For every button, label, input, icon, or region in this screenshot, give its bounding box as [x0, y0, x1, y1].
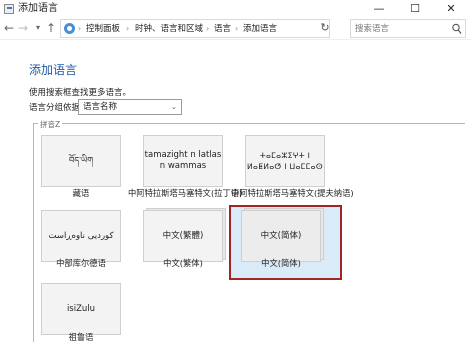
- language-native-name: کوردیی ناوەڕاست: [48, 230, 114, 241]
- annotation-highlight-box: [229, 205, 342, 280]
- language-tile-zulu[interactable]: isiZulu: [41, 283, 121, 335]
- navigation-bar: ← → ▾ ↑ › 控制面板 › 时钟、语言和区域 › 语言 › 添加语言 ▾ …: [0, 18, 471, 40]
- language-caption[interactable]: 中部库尔德语: [41, 258, 121, 269]
- refresh-icon[interactable]: ↻: [319, 19, 331, 37]
- chevron-down-icon: ⌄: [171, 103, 177, 111]
- maximize-button[interactable]: ☐: [397, 0, 433, 18]
- breadcrumb-separator: ›: [235, 24, 239, 33]
- breadcrumb-language[interactable]: 语言: [214, 22, 231, 36]
- back-button[interactable]: ←: [2, 19, 16, 37]
- address-bar[interactable]: › 控制面板 › 时钟、语言和区域 › 语言 › 添加语言 ▾: [60, 19, 374, 38]
- window-title: 添加语言: [18, 3, 58, 14]
- language-caption[interactable]: 藏语: [41, 188, 121, 199]
- language-tile-tamazight-latin[interactable]: tamazight n latlas n wammas: [143, 135, 223, 187]
- breadcrumb-control-panel[interactable]: 控制面板: [86, 22, 120, 36]
- page-description: 使用搜索框查找更多语言。: [29, 88, 132, 98]
- breadcrumb-add-language[interactable]: 添加语言: [243, 22, 277, 36]
- language-caption[interactable]: 祖鲁语: [41, 332, 121, 343]
- recent-locations-chevron-icon[interactable]: ▾: [31, 19, 45, 37]
- breadcrumb-separator: ›: [126, 24, 130, 33]
- search-icon: [452, 23, 462, 34]
- group-by-select[interactable]: 语言名称 ⌄: [78, 99, 182, 115]
- language-tile-tamazight-tifinagh[interactable]: ⵜⴰⵎⴰⵣⵉⵖⵜ ⵏ ⵍⴰⵟⵍⴰⵚ ⵏ ⵡⴰⵎⵎⴰⵙ: [245, 135, 325, 187]
- group-by-label: 语言分组依据:: [29, 103, 83, 113]
- search-input[interactable]: 搜索语言: [350, 19, 466, 38]
- language-native-name: བོད་ཡིག: [68, 155, 94, 166]
- language-tile-tibetan[interactable]: བོད་ཡིག: [41, 135, 121, 187]
- language-caption[interactable]: 中文(繁体): [143, 258, 223, 269]
- page-title: 添加语言: [29, 63, 78, 77]
- language-tile-central-kurdish[interactable]: کوردیی ناوەڕاست: [41, 210, 121, 262]
- language-native-name: isiZulu: [66, 303, 96, 314]
- language-caption[interactable]: 中阿特拉斯塔马塞特文(拉丁语): [128, 188, 242, 199]
- language-native-name: ⵜⴰⵎⴰⵣⵉⵖⵜ ⵏ ⵍⴰⵟⵍⴰⵚ ⵏ ⵡⴰⵎⵎⴰⵙ: [247, 151, 323, 171]
- forward-button[interactable]: →: [16, 19, 30, 37]
- up-button[interactable]: ↑: [44, 19, 58, 37]
- breadcrumb-separator: ›: [206, 24, 210, 33]
- language-tile-chinese-traditional[interactable]: 中文(繁體): [143, 210, 223, 262]
- language-native-name: 中文(繁體): [162, 230, 204, 241]
- section-header: 拼音Z: [38, 120, 63, 129]
- group-by-value: 语言名称: [83, 102, 118, 112]
- language-caption[interactable]: 中阿特拉斯塔马塞特文(提夫纳语): [231, 188, 354, 199]
- breadcrumb-separator: ›: [78, 24, 82, 33]
- control-panel-icon: [64, 23, 75, 34]
- control-panel-app-icon: [4, 4, 14, 14]
- breadcrumb-clock-language-region[interactable]: 时钟、语言和区域: [135, 22, 203, 36]
- minimize-button[interactable]: —: [361, 0, 397, 18]
- language-native-name: tamazight n latlas n wammas: [144, 150, 222, 171]
- search-placeholder: 搜索语言: [355, 24, 390, 34]
- close-button[interactable]: ✕: [433, 0, 469, 18]
